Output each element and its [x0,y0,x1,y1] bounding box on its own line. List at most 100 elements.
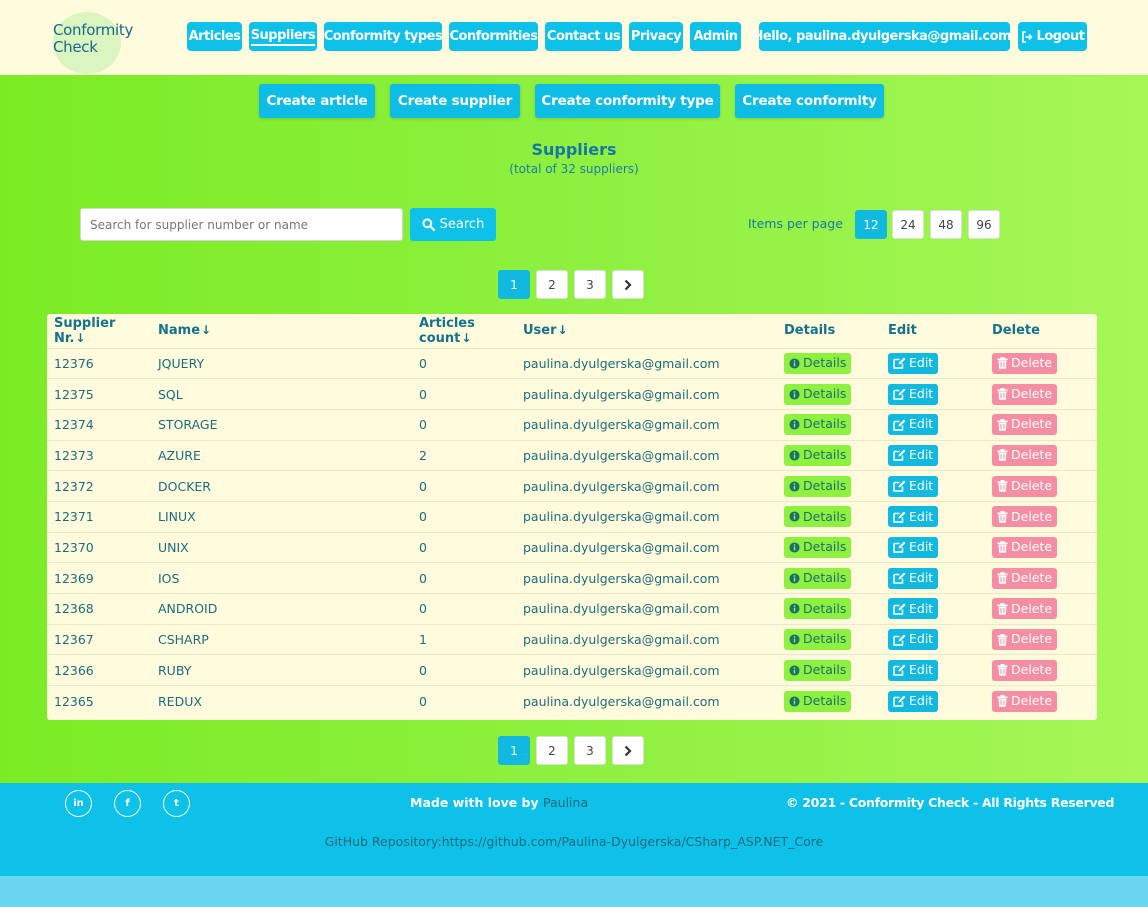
table-row: 12370 UNIX 0 paulina.dyulgerska@gmail.com De… [47,531,1097,563]
header-edit: Edit [881,314,985,349]
cell-supplier-nr[interactable]: 12373 [47,439,151,471]
brand-logo[interactable]: Conformity Check [53,12,153,74]
edit-label: Edit [909,508,934,524]
delete-button[interactable]: Delete [992,414,1058,436]
header-supplier-nr[interactable]: Supplier Nr.↓ [47,314,151,349]
delete-button[interactable]: Delete [992,475,1058,497]
details-button[interactable]: Details [784,598,852,620]
cell-supplier-nr[interactable]: 12369 [47,562,151,594]
trash-icon [997,480,1008,492]
details-button[interactable]: Details [784,567,852,589]
edit-button[interactable]: Edit [888,475,939,497]
page-1-button[interactable]: 1 [498,270,530,299]
edit-button[interactable]: Edit [888,414,939,436]
items-per-page-48[interactable]: 48 [930,210,962,239]
twitter-icon[interactable]: t [163,790,190,817]
header-name[interactable]: Name↓ [151,314,412,349]
edit-button[interactable]: Edit [888,444,939,466]
items-per-page-12[interactable]: 12 [855,210,887,239]
details-button[interactable]: Details [784,444,852,466]
edit-button[interactable]: Edit [888,536,939,558]
edit-button[interactable]: Edit [888,629,939,651]
nav-conformity-types[interactable]: Conformity types [324,22,443,51]
cell-supplier-nr[interactable]: 12365 [47,685,151,717]
details-button[interactable]: Details [784,414,852,436]
linkedin-icon[interactable]: in [65,790,92,817]
search-input[interactable] [80,208,403,241]
brand-line-2: Check [53,38,98,56]
create-article-button[interactable]: Create article [259,84,375,118]
cell-supplier-nr[interactable]: 12370 [47,531,151,563]
search-button[interactable]: Search [410,208,496,241]
copyright-text: © 2021 - Conformity Check - All Rights R… [786,795,1115,810]
next-page-button[interactable] [612,736,644,765]
nav-conformities[interactable]: Conformities [449,22,538,51]
delete-button[interactable]: Delete [992,506,1058,528]
page-3-button[interactable]: 3 [574,270,606,299]
edit-icon [893,603,906,615]
nav-articles[interactable]: Articles [187,22,242,51]
edit-button[interactable]: Edit [888,567,939,589]
github-repository-link[interactable]: GitHub Repository:https://github.com/Pau… [0,834,1148,849]
page-2-button[interactable]: 2 [536,270,568,299]
details-button[interactable]: Details [784,629,852,651]
delete-button[interactable]: Delete [992,690,1058,712]
header-user[interactable]: User↓ [516,314,777,349]
cell-supplier-nr[interactable]: 12371 [47,500,151,533]
edit-button[interactable]: Edit [888,659,939,681]
page-2-button[interactable]: 2 [536,736,568,765]
edit-button[interactable]: Edit [888,506,939,528]
nav-admin[interactable]: Admin [690,22,741,51]
details-button[interactable]: Details [784,659,852,681]
cell-supplier-nr[interactable]: 12375 [47,378,151,410]
cell-user: paulina.dyulgerska@gmail.com [516,439,777,471]
sort-arrow-icon: ↓ [461,330,472,345]
nav-privacy[interactable]: Privacy [629,22,683,51]
cell-supplier-nr[interactable]: 12372 [47,470,151,502]
nav-suppliers[interactable]: Suppliers [249,22,317,51]
cell-supplier-nr[interactable]: 12368 [47,593,151,625]
cell-supplier-nr[interactable]: 12366 [47,654,151,686]
details-button[interactable]: Details [784,383,852,405]
delete-button[interactable]: Delete [992,536,1058,558]
facebook-icon[interactable]: f [114,790,141,817]
delete-button[interactable]: Delete [992,567,1058,589]
nav-contact-us[interactable]: Contact us [545,22,622,51]
next-page-button[interactable] [612,270,644,299]
user-greeting-label: Hello, paulina.dyulgerska@gmail.com! [752,29,1017,44]
details-button[interactable]: Details [784,475,852,497]
cell-edit: Edit [881,470,985,502]
cell-supplier-nr[interactable]: 12376 [47,347,151,379]
details-button[interactable]: Details [784,506,852,528]
delete-button[interactable]: Delete [992,444,1058,466]
edit-button[interactable]: Edit [888,383,939,405]
user-greeting[interactable]: Hello, paulina.dyulgerska@gmail.com! [753,22,1017,51]
author-link[interactable]: Paulina [543,795,588,810]
details-button[interactable]: Details [784,536,852,558]
delete-label: Delete [1011,355,1053,371]
cell-supplier-nr[interactable]: 12367 [47,623,151,655]
header-articles-count[interactable]: Articles count↓ [412,314,516,349]
edit-button[interactable]: Edit [888,598,939,620]
delete-button[interactable]: Delete [992,598,1058,620]
cell-user: paulina.dyulgerska@gmail.com [516,347,777,379]
details-button[interactable]: Details [784,352,852,374]
cell-supplier-nr[interactable]: 12374 [47,408,151,441]
delete-button[interactable]: Delete [992,352,1058,374]
delete-button[interactable]: Delete [992,629,1058,651]
delete-button[interactable]: Delete [992,659,1058,681]
edit-button[interactable]: Edit [888,352,939,374]
details-button[interactable]: Details [784,690,852,712]
items-per-page-24[interactable]: 24 [892,210,924,239]
logout-button[interactable]: Logout [1018,22,1087,51]
page-1-button[interactable]: 1 [498,736,530,765]
cell-user: paulina.dyulgerska@gmail.com [516,623,777,655]
create-conformity-type-button[interactable]: Create conformity type [535,84,720,118]
edit-label: Edit [909,385,934,401]
items-per-page-96[interactable]: 96 [968,210,1000,239]
create-supplier-button[interactable]: Create supplier [390,84,520,118]
delete-button[interactable]: Delete [992,383,1058,405]
create-conformity-button[interactable]: Create conformity [735,84,884,118]
edit-button[interactable]: Edit [888,690,939,712]
page-3-button[interactable]: 3 [574,736,606,765]
